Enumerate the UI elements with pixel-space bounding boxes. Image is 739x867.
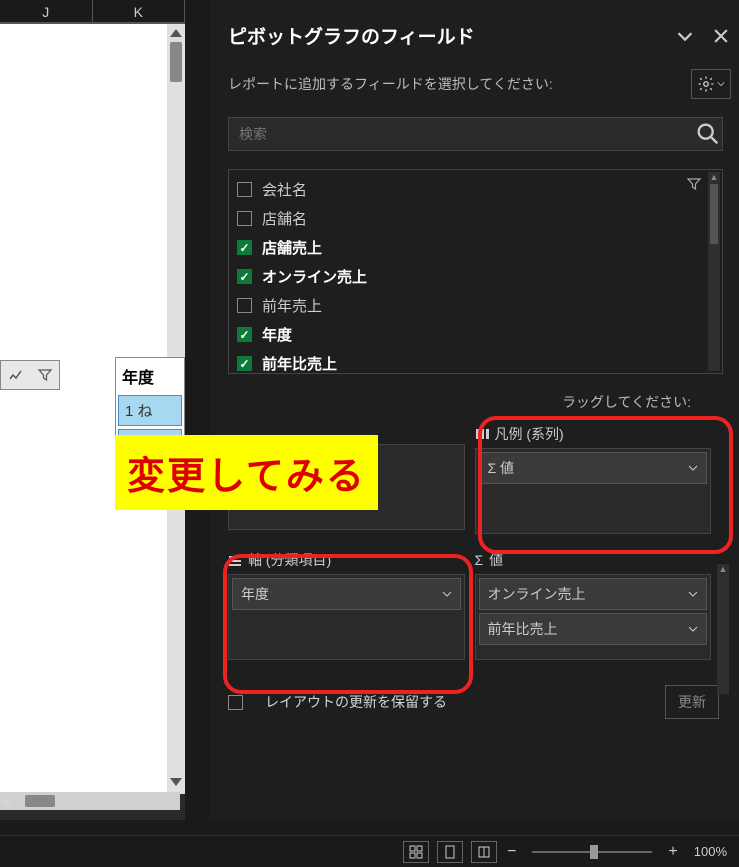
axis-drop-well[interactable]: 年度 (228, 574, 465, 660)
settings-button[interactable] (691, 69, 731, 99)
checkbox-checked[interactable] (237, 240, 252, 255)
zoom-slider-handle[interactable] (590, 845, 598, 859)
legend-drop-title: 凡例 (系列) (475, 424, 712, 444)
chevron-down-icon[interactable] (688, 589, 698, 599)
zoom-slider[interactable] (532, 851, 652, 853)
field-row[interactable]: 年度 (231, 320, 720, 349)
checkbox-checked[interactable] (237, 327, 252, 342)
axis-icon (228, 553, 242, 567)
defer-label: レイアウトの更新を保留する (265, 692, 447, 712)
search-icon[interactable] (694, 120, 722, 148)
field-label: 店舗名 (262, 208, 307, 229)
zoom-value[interactable]: 100% (694, 844, 727, 859)
filter-icon (37, 367, 53, 383)
scroll-thumb[interactable] (170, 42, 182, 82)
drop-item[interactable]: オンライン売上 (479, 578, 708, 610)
panel-subtitle: レポートに追加するフィールドを選択してください: (228, 74, 691, 94)
scroll-thumb[interactable] (710, 184, 718, 244)
field-row[interactable]: 前年売上 (231, 291, 720, 320)
column-header-k[interactable]: K (93, 0, 186, 22)
year-slicer-header: 年度 (118, 360, 182, 392)
drop-item[interactable]: 前年比売上 (479, 613, 708, 645)
page-break-view-button[interactable] (471, 841, 497, 863)
field-label: 店舗売上 (262, 237, 322, 258)
drop-item[interactable]: Σ 値 (479, 452, 708, 484)
collapse-chevron-icon[interactable] (674, 25, 696, 47)
annotation-label: 変更してみる (115, 435, 378, 510)
drag-instruction: ラッグしてください: (228, 392, 731, 412)
field-row[interactable]: オンライン売上 (231, 262, 720, 291)
horizontal-scrollbar[interactable]: ◀ (0, 792, 180, 810)
field-list: 会社名 店舗名 店舗売上 オンライン売上 前年売上 年度 前年比売上 ▲ (228, 169, 723, 374)
drop-item[interactable]: 年度 (232, 578, 461, 610)
values-scrollbar[interactable]: ▲ (717, 564, 729, 694)
close-icon[interactable] (711, 26, 731, 46)
drop-title-text: 軸 (分類項目) (248, 550, 331, 570)
axis-drop-area[interactable]: 軸 (分類項目) 年度 (228, 550, 465, 670)
status-bar: − + 100% (0, 835, 739, 867)
checkbox-checked[interactable] (237, 269, 252, 284)
panel-footer: レイアウトの更新を保留する 更新 (228, 685, 731, 719)
chart-filter-chip[interactable] (0, 360, 60, 390)
field-label: オンライン売上 (262, 266, 367, 287)
values-drop-title: Σ 値 (475, 550, 712, 570)
zoom-out-button[interactable]: − (505, 843, 518, 861)
field-row[interactable]: 前年比売上 (231, 349, 720, 378)
scroll-down-icon[interactable] (170, 778, 182, 786)
normal-view-button[interactable] (403, 841, 429, 863)
field-list-scrollbar[interactable]: ▲ (708, 172, 720, 371)
drop-title-text: 値 (489, 550, 503, 570)
field-row[interactable]: 店舗売上 (231, 233, 720, 262)
field-label: 会社名 (262, 179, 307, 200)
chevron-down-icon[interactable] (688, 624, 698, 634)
update-button[interactable]: 更新 (665, 685, 719, 719)
chart-icon (8, 367, 24, 383)
drop-item-label: 年度 (241, 584, 269, 604)
values-drop-well[interactable]: オンライン売上 前年比売上 (475, 574, 712, 660)
field-label: 前年比売上 (262, 353, 337, 374)
sigma-icon: Σ (488, 460, 497, 476)
chevron-down-icon[interactable] (688, 463, 698, 473)
sigma-icon: Σ (475, 552, 484, 568)
page-icon (443, 845, 457, 859)
page-layout-view-button[interactable] (437, 841, 463, 863)
zoom-in-button[interactable]: + (666, 843, 679, 861)
search-box[interactable] (228, 117, 723, 151)
scroll-up-icon[interactable] (170, 29, 182, 37)
drop-item-label: オンライン売上 (488, 584, 586, 604)
h-scroll-thumb[interactable] (25, 795, 55, 807)
gear-icon (697, 75, 715, 93)
legend-drop-area[interactable]: 凡例 (系列) Σ 値 (475, 424, 712, 544)
column-headers-row: J K (0, 0, 185, 24)
axis-drop-title: 軸 (分類項目) (228, 550, 465, 570)
legend-drop-well[interactable]: Σ 値 (475, 448, 712, 534)
filter-icon[interactable] (686, 176, 702, 192)
checkbox[interactable] (237, 298, 252, 313)
drop-item-label: 前年比売上 (488, 619, 558, 639)
grid-icon (409, 845, 423, 859)
checkbox-checked[interactable] (237, 356, 252, 371)
field-row[interactable]: 会社名 (231, 175, 720, 204)
values-drop-area[interactable]: Σ 値 オンライン売上 前年比売上 (475, 550, 712, 670)
field-row[interactable]: 店舗名 (231, 204, 720, 233)
column-header-j[interactable]: J (0, 0, 93, 22)
panel-title: ピボットグラフのフィールド (228, 22, 674, 49)
year-slicer-item[interactable]: 1 ね (118, 395, 182, 426)
search-input[interactable] (229, 126, 694, 142)
drop-item-label: 値 (500, 460, 514, 476)
spreadsheet-area: J K 年度 1 ね ◀ (0, 0, 185, 820)
pivot-field-panel: ピボットグラフのフィールド レポートに追加するフィールドを選択してください: 会… (210, 0, 739, 820)
field-label: 年度 (262, 324, 292, 345)
checkbox[interactable] (237, 182, 252, 197)
break-icon (477, 845, 491, 859)
legend-icon (475, 427, 489, 441)
field-label: 前年売上 (262, 295, 322, 316)
drop-title-text: 凡例 (系列) (495, 424, 564, 444)
checkbox[interactable] (237, 211, 252, 226)
chevron-down-icon (717, 80, 725, 88)
chevron-down-icon[interactable] (442, 589, 452, 599)
defer-checkbox[interactable] (228, 695, 243, 710)
